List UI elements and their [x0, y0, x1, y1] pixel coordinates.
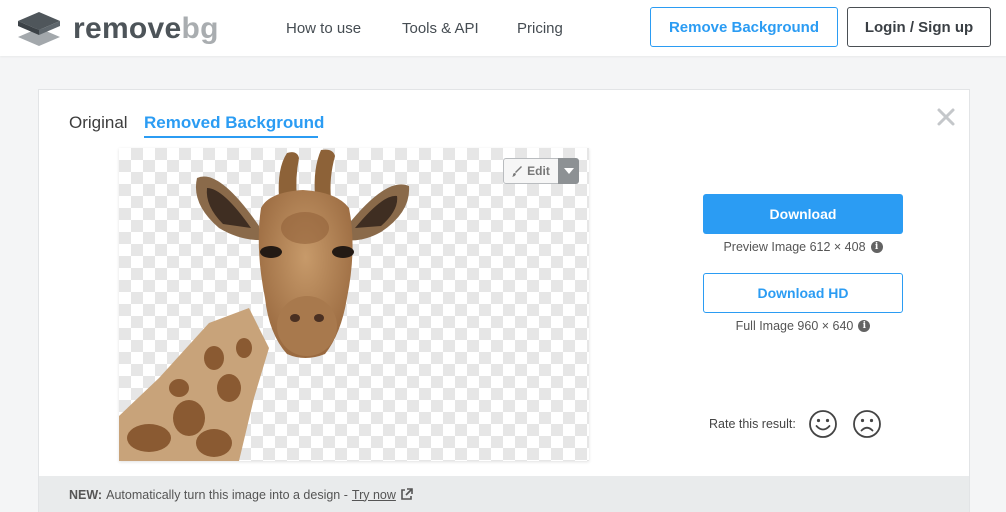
brush-icon	[512, 165, 523, 177]
new-feature-text: Automatically turn this image into a des…	[106, 487, 348, 502]
info-icon[interactable]: i	[858, 320, 871, 332]
login-signup-button[interactable]: Login / Sign up	[847, 7, 991, 47]
edit-label: Edit	[527, 164, 550, 178]
try-now-link[interactable]: Try now	[352, 488, 396, 502]
preview-image-size: Preview Image 612 × 408	[723, 240, 866, 254]
logo-text: removebg	[73, 11, 219, 47]
logo-text-remove: remove	[73, 12, 182, 45]
result-preview-image: Edit	[119, 148, 589, 461]
new-label: NEW:	[69, 487, 103, 502]
top-header: removebg How to use Tools & API Pricing …	[0, 0, 1006, 56]
caret-down-icon	[563, 168, 574, 174]
edit-control: Edit	[503, 158, 579, 184]
tab-original[interactable]: Original	[69, 112, 128, 134]
close-icon[interactable]	[935, 106, 957, 128]
giraffe-image	[119, 149, 410, 461]
edit-button[interactable]: Edit	[503, 158, 558, 184]
edit-dropdown-toggle[interactable]	[558, 158, 579, 184]
active-tab-indicator	[144, 136, 318, 138]
new-feature-banner: NEW: Automatically turn this image into …	[39, 476, 969, 512]
logo-text-bg: bg	[181, 12, 219, 45]
nav-pricing[interactable]: Pricing	[517, 0, 563, 56]
download-button[interactable]: Download	[703, 194, 903, 234]
layers-icon	[18, 12, 60, 46]
external-link-icon[interactable]	[400, 488, 413, 501]
rate-result: Rate this result:	[709, 408, 882, 440]
nav-tools-api[interactable]: Tools & API	[402, 0, 479, 56]
tab-removed-background[interactable]: Removed Background	[144, 112, 324, 134]
logo[interactable]: removebg	[16, 11, 219, 47]
full-image-info: Full Image 960 × 640 i	[679, 319, 927, 333]
smiley-happy-icon[interactable]	[808, 409, 838, 439]
full-image-size: Full Image 960 × 640	[735, 319, 854, 333]
smiley-sad-icon[interactable]	[852, 409, 882, 439]
rate-label: Rate this result:	[709, 417, 796, 431]
nav-how-to-use[interactable]: How to use	[286, 0, 361, 56]
preview-image-info: Preview Image 612 × 408 i	[679, 240, 927, 254]
remove-background-button[interactable]: Remove Background	[650, 7, 838, 47]
result-card: Original Removed Background Edit Downloa…	[38, 89, 970, 512]
info-icon[interactable]: i	[870, 241, 883, 253]
download-hd-button[interactable]: Download HD	[703, 273, 903, 313]
